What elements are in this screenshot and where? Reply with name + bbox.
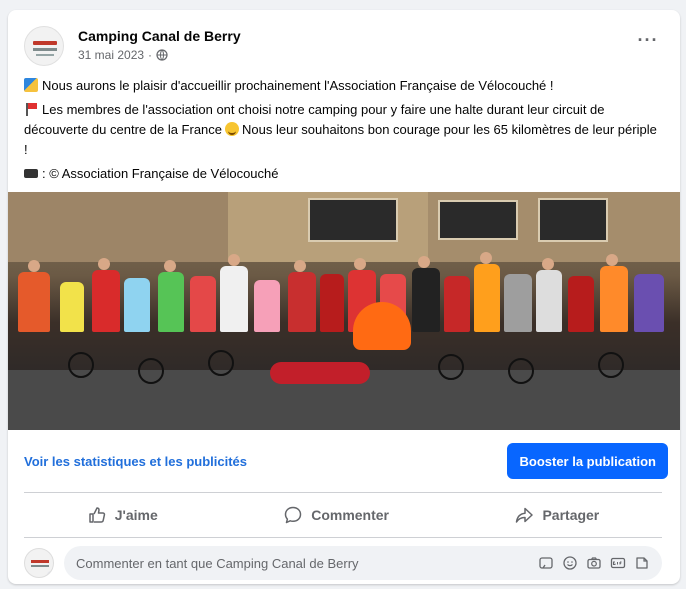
post-line-3: : © Association Française de Vélocouché bbox=[24, 164, 664, 184]
thumbs-up-icon bbox=[88, 507, 105, 523]
comment-button[interactable]: Commenter bbox=[259, 497, 413, 533]
comment-tools bbox=[538, 555, 650, 571]
post-text: Nous aurons le plaisir d'accueillir proc… bbox=[24, 76, 664, 188]
comment-bubble-icon bbox=[284, 506, 302, 524]
map-emoji-icon bbox=[24, 78, 38, 92]
post-line-1: Nous aurons le plaisir d'accueillir proc… bbox=[24, 76, 664, 96]
camera-icon[interactable] bbox=[586, 555, 602, 571]
smile-emoji-icon bbox=[225, 122, 240, 136]
share-label: Partager bbox=[542, 507, 600, 523]
comment-input-wrapper bbox=[64, 546, 662, 580]
post-photo[interactable] bbox=[8, 192, 680, 430]
divider bbox=[24, 492, 662, 493]
emoji-icon[interactable] bbox=[562, 555, 578, 571]
sticker-icon[interactable] bbox=[538, 555, 554, 571]
boost-button[interactable]: Booster la publication bbox=[507, 443, 668, 479]
comment-input[interactable] bbox=[76, 555, 538, 571]
post-meta: 31 mai 2023 · bbox=[78, 48, 168, 62]
post-promo-bar: Voir les statistiques et les publicités … bbox=[8, 430, 680, 492]
gif-icon[interactable] bbox=[610, 555, 626, 571]
share-arrow-icon bbox=[516, 507, 534, 523]
globe-icon bbox=[156, 49, 168, 61]
commenter-avatar[interactable]: ▾ bbox=[24, 548, 54, 578]
stats-link[interactable]: Voir les statistiques et les publicités bbox=[24, 454, 247, 469]
post-date[interactable]: 31 mai 2023 bbox=[78, 48, 144, 62]
divider bbox=[24, 537, 662, 538]
post-line-2: Les membres de l'association ont choisi … bbox=[24, 102, 657, 157]
sticker-face-icon[interactable] bbox=[634, 555, 650, 571]
comment-label: Commenter bbox=[311, 507, 389, 523]
comment-composer: ▾ bbox=[24, 546, 662, 580]
like-button[interactable]: J'aime bbox=[63, 497, 182, 533]
page-name[interactable]: Camping Canal de Berry bbox=[78, 28, 241, 44]
more-options-button[interactable]: ··· bbox=[632, 30, 664, 58]
page-avatar[interactable] bbox=[24, 26, 64, 66]
reaction-bar: J'aime Commenter Partager bbox=[24, 495, 662, 535]
post-header: Camping Canal de Berry 31 mai 2023 · ··· bbox=[24, 26, 668, 70]
meta-separator: · bbox=[148, 48, 153, 62]
like-label: J'aime bbox=[114, 507, 158, 523]
camera-emoji-icon bbox=[24, 169, 38, 178]
flag-emoji-icon bbox=[24, 102, 38, 116]
share-button[interactable]: Partager bbox=[490, 497, 623, 533]
